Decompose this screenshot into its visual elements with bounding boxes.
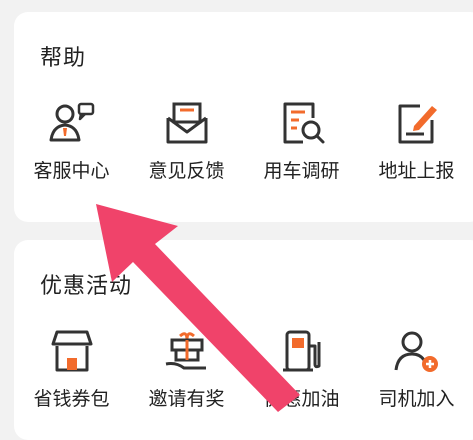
invite-reward-button[interactable]: 邀请有奖: [129, 328, 244, 411]
help-card: 帮助 客服中心 意见反馈 用车调研 地址上报: [14, 12, 473, 222]
survey-label: 用车调研: [263, 160, 340, 182]
gift-invite-icon: [165, 332, 206, 370]
fuel-discount-button[interactable]: 优惠加油: [244, 328, 359, 411]
survey-button[interactable]: 用车调研: [244, 100, 359, 183]
invite-reward-label: 邀请有奖: [148, 388, 225, 410]
promo-section-title: 优惠活动: [40, 274, 133, 299]
promo-grid: 省钱券包 邀请有奖 优惠加油 司机加入: [14, 328, 473, 411]
coupon-store-icon: [51, 330, 92, 372]
customer-service-button[interactable]: 客服中心: [14, 100, 129, 183]
customer-service-label: 客服中心: [33, 160, 110, 182]
fuel-discount-label: 优惠加油: [263, 388, 340, 410]
promo-card: 优惠活动 省钱券包 邀请有奖 优惠加油 司机加入: [14, 240, 473, 440]
feedback-label: 意见反馈: [148, 160, 225, 182]
customer-service-icon: [49, 102, 94, 142]
feedback-button[interactable]: 意见反馈: [129, 100, 244, 183]
driver-join-icon: [394, 331, 438, 372]
driver-join-button[interactable]: 司机加入: [359, 328, 473, 411]
driver-join-label: 司机加入: [378, 388, 455, 410]
feedback-envelope-icon: [166, 102, 207, 144]
address-report-label: 地址上报: [378, 160, 455, 182]
help-grid: 客服中心 意见反馈 用车调研 地址上报: [14, 100, 473, 183]
address-report-icon: [398, 104, 437, 144]
coupon-pack-label: 省钱券包: [33, 388, 110, 410]
address-report-button[interactable]: 地址上报: [359, 100, 473, 183]
survey-document-icon: [283, 102, 324, 144]
fuel-pump-icon: [282, 330, 320, 372]
coupon-pack-button[interactable]: 省钱券包: [14, 328, 129, 411]
help-section-title: 帮助: [40, 46, 87, 71]
